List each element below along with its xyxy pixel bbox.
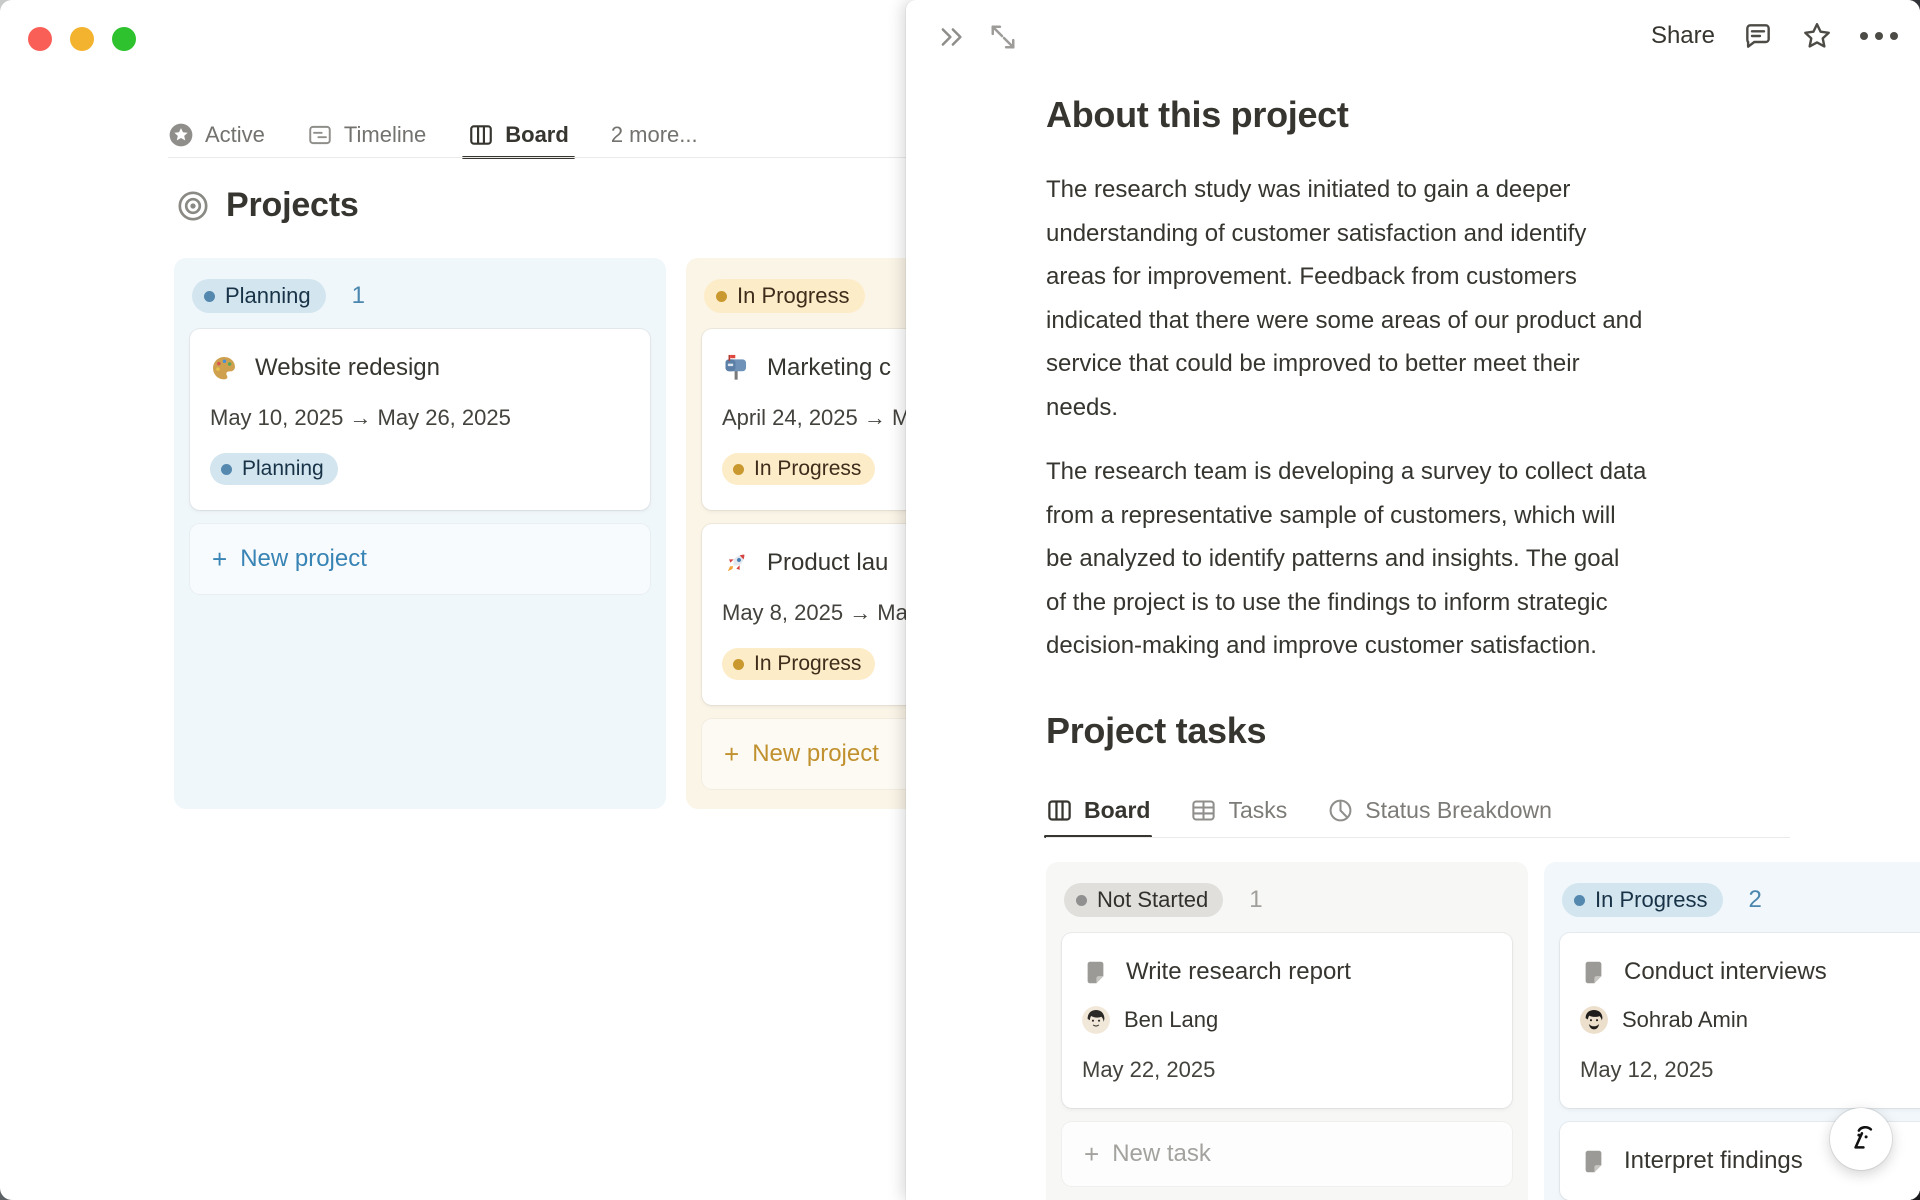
status-dot bbox=[221, 463, 232, 475]
window-controls bbox=[28, 27, 136, 51]
card-title-text: Website redesign bbox=[255, 354, 440, 381]
tasks-board: Not Started 1 Write research report Ben … bbox=[1046, 862, 1920, 1200]
column-not-started: Not Started 1 Write research report Ben … bbox=[1046, 862, 1528, 1200]
page-icon bbox=[1580, 959, 1607, 986]
column-planning: Planning 1 Website redesign May 10, 2025… bbox=[174, 258, 666, 809]
tab-board[interactable]: Board bbox=[462, 112, 575, 159]
palette-emoji-icon bbox=[210, 354, 238, 382]
panel-toolbar-right: Share bbox=[1651, 20, 1898, 52]
page-title: Projects bbox=[176, 186, 359, 225]
zoom-window-button[interactable] bbox=[112, 27, 136, 51]
notion-ai-button[interactable] bbox=[1830, 1108, 1892, 1170]
status-dot bbox=[733, 658, 744, 670]
task-card-write-research-report[interactable]: Write research report Ben Lang May 22, 2… bbox=[1062, 933, 1512, 1108]
mailbox-emoji-icon bbox=[722, 354, 750, 382]
card-dates: May 10, 2025 → May 26, 2025 bbox=[210, 405, 511, 430]
tab-more-views[interactable]: 2 more... bbox=[611, 112, 698, 158]
tab-label: 2 more... bbox=[610, 122, 698, 147]
column-count: 1 bbox=[351, 282, 365, 309]
notion-ai-face-icon bbox=[1843, 1121, 1879, 1157]
tab-tasks-table[interactable]: Tasks bbox=[1190, 782, 1287, 838]
double-chevron-right-icon[interactable] bbox=[936, 22, 966, 52]
card-title-text: Write research report bbox=[1126, 958, 1351, 985]
expand-icon[interactable] bbox=[988, 22, 1018, 52]
column-count: 1 bbox=[1249, 886, 1263, 913]
column-header: Planning 1 bbox=[192, 279, 650, 313]
view-tabs: Active Timeline Board 2 more... bbox=[168, 112, 698, 159]
tab-label: Active bbox=[205, 122, 265, 147]
card-title-text: Conduct interviews bbox=[1624, 958, 1827, 985]
tab-label: Board bbox=[505, 122, 569, 147]
close-window-button[interactable] bbox=[28, 27, 52, 51]
panel-toolbar-left bbox=[936, 22, 1018, 52]
about-paragraph-1: The research study was initiated to gain… bbox=[1046, 176, 1643, 421]
star-icon[interactable] bbox=[1801, 20, 1833, 52]
table-icon bbox=[1190, 797, 1217, 824]
tab-active[interactable]: Active bbox=[168, 112, 265, 158]
status-badge-not-started[interactable]: Not Started bbox=[1064, 883, 1224, 917]
page-icon bbox=[1580, 1148, 1607, 1175]
assignee-name: Ben Lang bbox=[1124, 1007, 1219, 1032]
status-dot bbox=[1574, 894, 1585, 906]
plus-icon: + bbox=[212, 544, 228, 574]
avatar-ben-lang bbox=[1082, 1006, 1110, 1034]
tasks-tabs-divider bbox=[1046, 837, 1790, 838]
new-project-button-planning[interactable]: + New project bbox=[190, 524, 650, 594]
tab-tasks-board[interactable]: Board bbox=[1043, 782, 1153, 838]
status-dot bbox=[716, 290, 727, 302]
tab-status-breakdown[interactable]: Status Breakdown bbox=[1327, 782, 1552, 838]
tab-timeline[interactable]: Timeline bbox=[307, 112, 426, 158]
project-tasks-heading: Project tasks bbox=[1046, 710, 1267, 751]
comment-icon[interactable] bbox=[1742, 20, 1774, 52]
status-badge-in-progress[interactable]: In Progress bbox=[704, 279, 865, 313]
bullseye-icon bbox=[176, 189, 210, 223]
timeline-icon bbox=[307, 122, 333, 148]
tabs-divider bbox=[168, 157, 913, 158]
column-header: In Progress 2 bbox=[1562, 883, 1920, 917]
column-header: Not Started 1 bbox=[1064, 883, 1512, 917]
side-peek-panel: Share About this project The research st… bbox=[906, 0, 1920, 1200]
assignee-row: Ben Lang bbox=[1082, 1006, 1492, 1034]
card-title-text: Interpret findings bbox=[1624, 1147, 1803, 1174]
about-paragraph-2: The research team is developing a survey… bbox=[1046, 458, 1647, 659]
more-icon[interactable] bbox=[1860, 32, 1898, 40]
card-date: May 12, 2025 bbox=[1580, 1057, 1714, 1082]
notion-window: Active Timeline Board 2 more... Projects bbox=[0, 0, 1920, 1200]
project-card-website-redesign[interactable]: Website redesign May 10, 2025 → May 26, … bbox=[190, 329, 650, 510]
card-status-badge: In Progress bbox=[722, 648, 876, 680]
plus-icon: + bbox=[724, 739, 740, 769]
new-task-button[interactable]: + New task bbox=[1062, 1122, 1512, 1186]
task-card-conduct-interviews[interactable]: Conduct interviews Sohrab Amin May 12, 2… bbox=[1560, 933, 1920, 1108]
board-icon bbox=[1046, 797, 1073, 824]
status-dot bbox=[1076, 894, 1087, 906]
assignee-name: Sohrab Amin bbox=[1622, 1007, 1748, 1032]
about-heading: About this project bbox=[1046, 94, 1349, 135]
pie-chart-icon bbox=[1327, 797, 1354, 824]
status-badge-in-progress[interactable]: In Progress bbox=[1562, 883, 1723, 917]
card-title-text: Marketing c bbox=[767, 354, 892, 381]
card-status-badge: Planning bbox=[210, 453, 338, 485]
page-title-text: Projects bbox=[226, 186, 359, 224]
page-icon bbox=[1082, 959, 1109, 986]
tasks-view-tabs: Board Tasks Status Breakdown bbox=[1043, 782, 1552, 838]
status-badge-planning[interactable]: Planning bbox=[192, 279, 326, 313]
status-dot bbox=[733, 463, 744, 475]
card-status-badge: In Progress bbox=[722, 453, 876, 485]
share-button[interactable]: Share bbox=[1651, 22, 1715, 50]
minimize-window-button[interactable] bbox=[70, 27, 94, 51]
board-icon bbox=[468, 122, 494, 148]
column-count: 2 bbox=[1748, 886, 1762, 913]
assignee-row: Sohrab Amin bbox=[1580, 1006, 1920, 1034]
tab-label: Timeline bbox=[343, 122, 427, 147]
card-date: May 22, 2025 bbox=[1082, 1057, 1216, 1082]
plus-icon: + bbox=[1084, 1139, 1100, 1169]
star-circle-icon bbox=[168, 122, 194, 148]
rocket-emoji-icon bbox=[722, 549, 750, 577]
avatar-sohrab-amin bbox=[1580, 1006, 1608, 1034]
card-title-text: Product lau bbox=[767, 549, 889, 576]
status-dot bbox=[204, 290, 215, 302]
